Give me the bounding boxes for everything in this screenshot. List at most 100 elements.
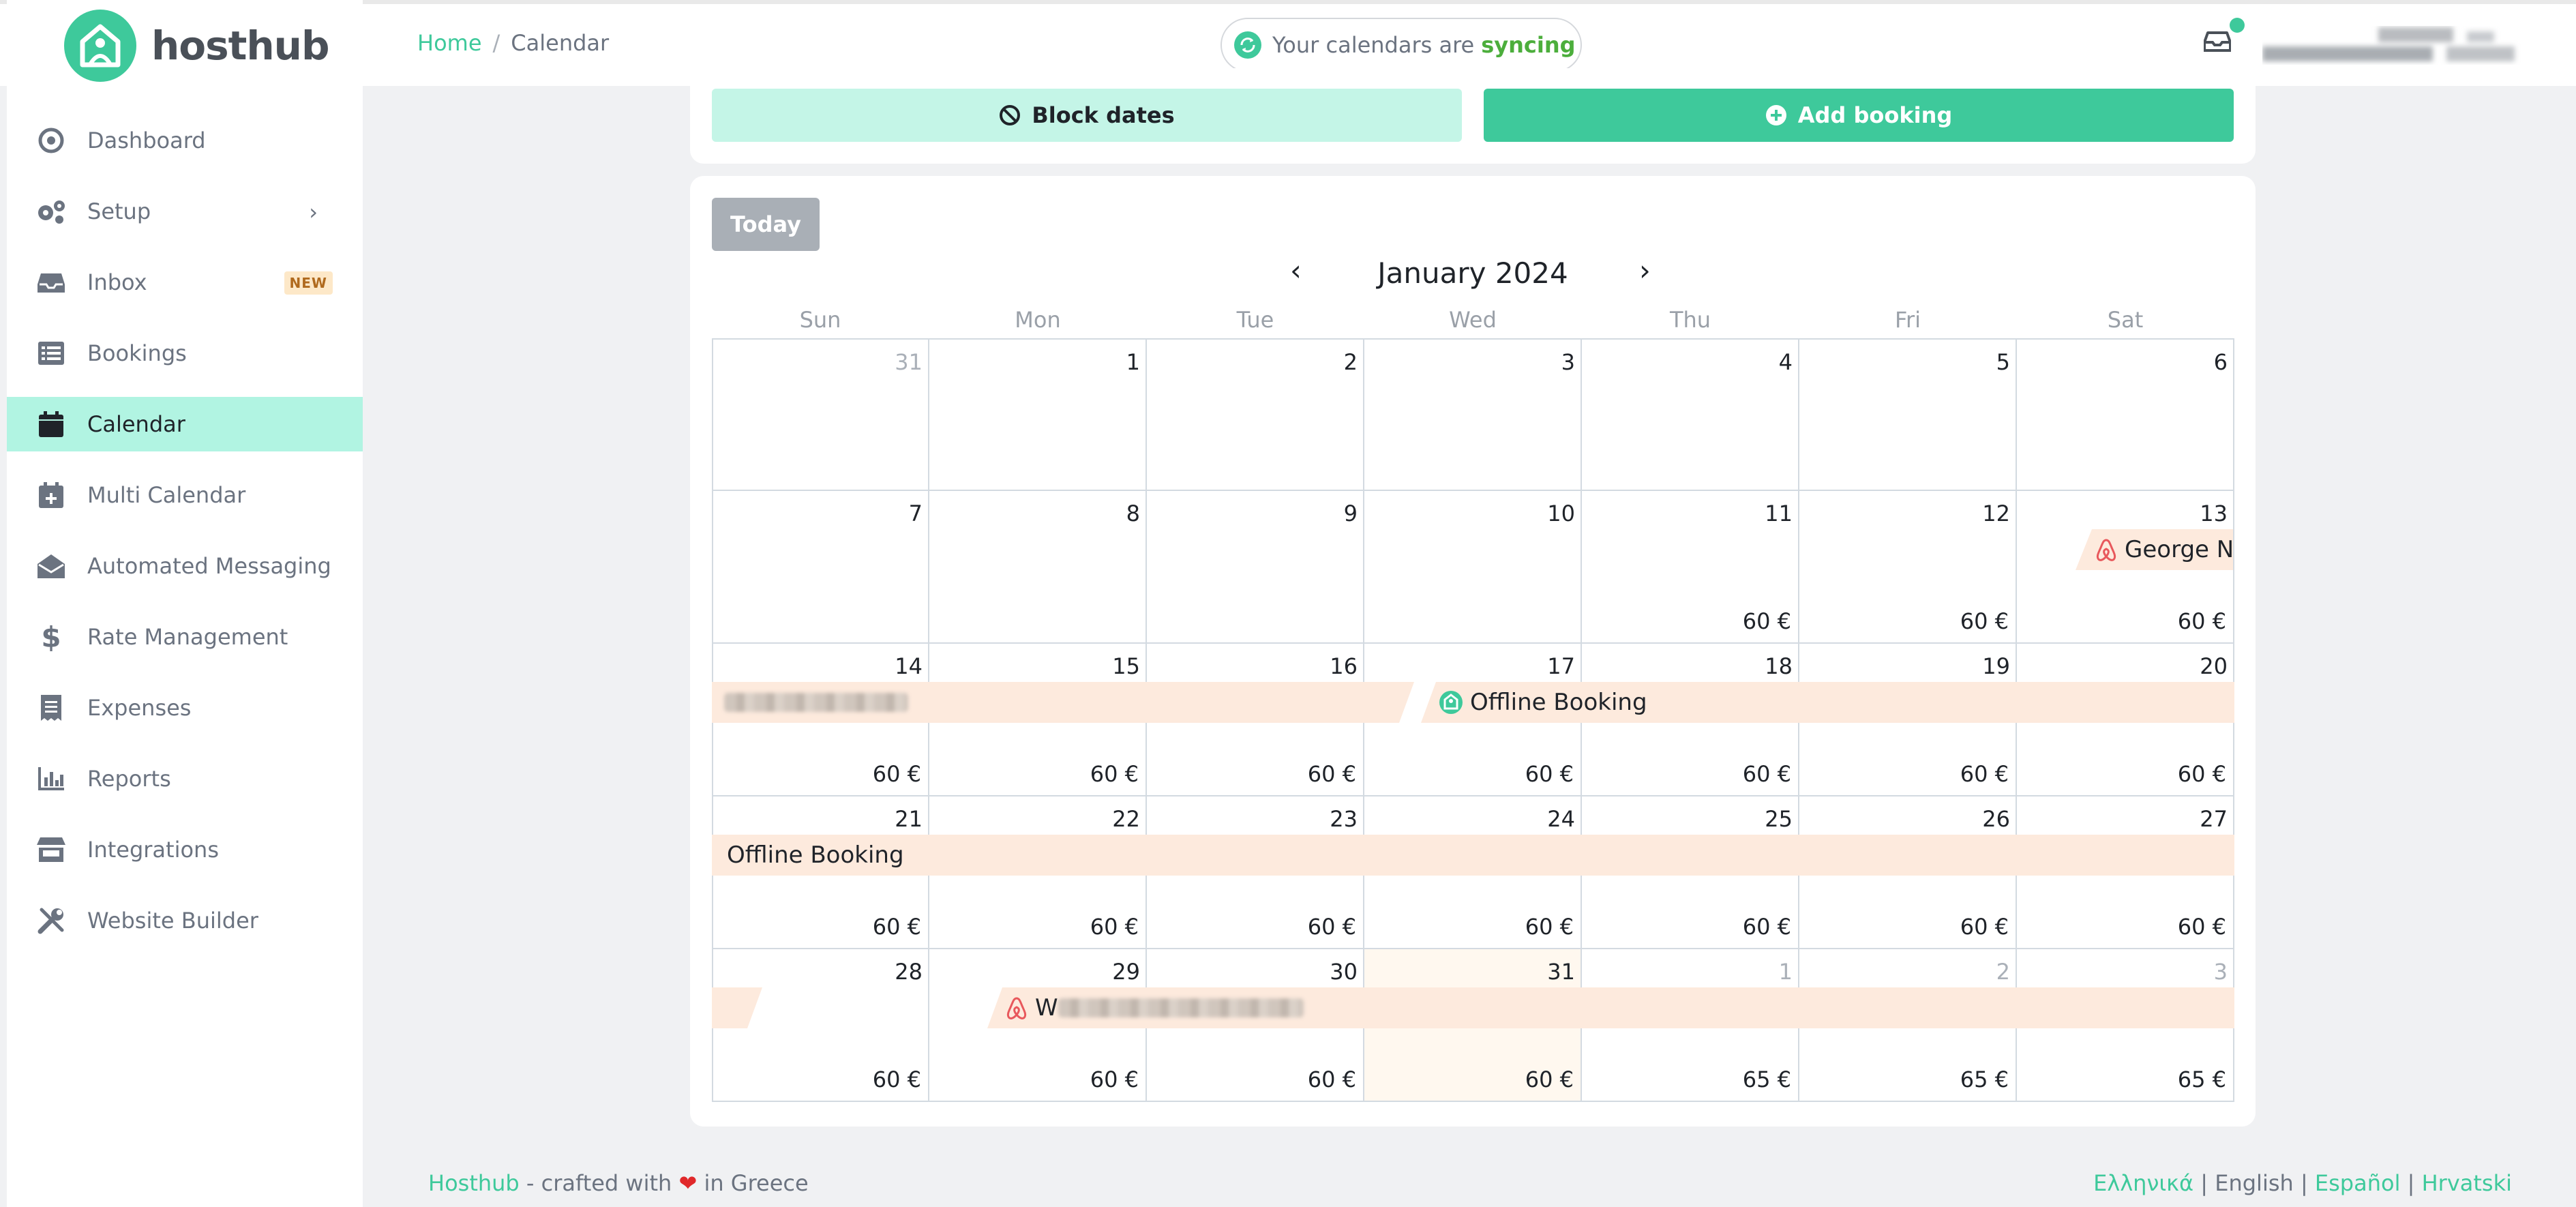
sidebar-item-calendar[interactable]: Calendar [7,397,363,451]
calendar-day-cell[interactable]: 5 [1799,338,2017,491]
heart-icon: ❤ [678,1170,698,1196]
sync-status-pill[interactable]: Your calendars are syncing [1220,18,1582,72]
sidebar-item-rate-management[interactable]: $ Rate Management [7,610,363,664]
day-number: 9 [1343,501,1358,526]
brand-logo[interactable]: hosthub [64,10,329,82]
day-price: 60 € [1525,1067,1574,1092]
lang-croatian-link[interactable]: Hrvatski [2422,1170,2512,1196]
lang-english[interactable]: English [2215,1170,2294,1196]
day-price: 60 € [2177,608,2226,634]
sidebar-item-automated-messaging[interactable]: Automated Messaging [7,539,363,593]
calendar-day-cell[interactable]: 4 [1582,338,1799,491]
day-number: 14 [895,653,923,679]
add-booking-button[interactable]: Add booking [1484,89,2234,142]
day-price: 60 € [2177,914,2226,940]
sidebar-item-label: Automated Messaging [87,553,331,579]
booking-offline-1[interactable]: Offline Booking [1421,682,2234,723]
day-price: 60 € [872,1067,921,1092]
sidebar-item-inbox[interactable]: Inbox NEW [7,255,363,310]
day-number: 19 [1982,653,2010,679]
next-month-button[interactable]: › [1639,254,1651,287]
calendar-day-cell[interactable]: 12 60 € [1799,491,2017,644]
sidebar-item-dashboard[interactable]: Dashboard [7,113,363,168]
day-price: 60 € [1090,914,1139,940]
weekday-label: Wed [1449,307,1497,333]
booking-label: Offline Booking [1470,689,1647,716]
sync-icon [1234,31,1261,59]
footer: Hosthub - crafted with ❤ in Greece Ελλην… [363,1159,2576,1207]
day-price: 60 € [1307,1067,1356,1092]
day-price: 60 € [1307,914,1356,940]
booking-george[interactable]: George Ne [2076,529,2233,570]
lang-spanish-link[interactable]: Español [2315,1170,2401,1196]
calendar-day-cell[interactable]: 9 [1147,491,1364,644]
sidebar-item-integrations[interactable]: Integrations [7,822,363,877]
day-number: 6 [2213,349,2228,375]
footer-brand-link[interactable]: Hosthub [428,1170,520,1196]
month-title: January 2024 [1377,256,1568,290]
sidebar-item-reports[interactable]: Reports [7,751,363,806]
lang-greek-link[interactable]: Ελληνικά [2093,1170,2193,1196]
sidebar-item-label: Reports [87,766,171,792]
calendar-day-cell[interactable]: 8 [929,491,1147,644]
lang-separator: | [2193,1170,2215,1196]
calendar-grid: 31 1 2 3 4 5 6 7 8 9 10 11 60 €12 60 €13 60 €14 60 €15 6… [712,338,2234,1102]
booking-offline-2[interactable]: Offline Booking [712,835,2234,876]
calendar-day-cell[interactable]: 11 60 € [1582,491,1799,644]
inbox-icon[interactable] [2203,31,2232,55]
notification-dot [2230,18,2245,33]
calendar-day-cell[interactable]: 1 [929,338,1147,491]
sidebar-item-bookings[interactable]: Bookings [7,326,363,381]
day-number: 29 [1112,959,1140,985]
weekday-label: Fri [1894,307,1921,333]
booking-label: George Ne [2125,536,2233,563]
airbnb-icon [1005,996,1028,1020]
footer-country-text: in Greece [697,1170,809,1196]
day-number: 17 [1547,653,1575,679]
day-number: 1 [1778,959,1793,985]
booking-george-continued[interactable] [712,682,1414,723]
booking-w[interactable]: W [987,987,2234,1028]
calendar-day-cell[interactable]: 31 [712,338,929,491]
day-price: 60 € [1742,914,1791,940]
brand-name: hosthub [151,23,329,69]
day-number: 13 [2200,501,2228,526]
block-dates-label: Block dates [1032,102,1175,128]
sidebar-item-label: Integrations [87,837,219,863]
left-edge [0,0,7,1207]
user-menu[interactable] [2262,26,2521,67]
sidebar-item-label: Rate Management [87,624,288,650]
day-number: 23 [1330,806,1358,832]
day-number: 21 [895,806,923,832]
calendar-day-cell[interactable]: 6 [2017,338,2234,491]
sidebar-item-label: Inbox [87,269,147,295]
calendar-day-cell[interactable]: 3 [1364,338,1582,491]
calendar-day-cell[interactable]: 7 [712,491,929,644]
blurred-guest-name [1058,998,1304,1017]
sidebar-item-website-builder[interactable]: Website Builder [7,893,363,948]
sidebar-item-label: Calendar [87,411,185,437]
calendar-day-cell[interactable]: 2 [1147,338,1364,491]
day-price: 60 € [1525,914,1574,940]
day-number: 22 [1112,806,1140,832]
day-number: 16 [1330,653,1358,679]
sidebar-item-label: Expenses [87,695,192,721]
sidebar-item-label: Dashboard [87,128,206,153]
day-price: 60 € [1525,761,1574,787]
ban-icon [999,104,1021,126]
day-number: 28 [895,959,923,985]
calendar-plus-icon [35,479,67,511]
today-button[interactable]: Today [712,198,820,251]
day-price: 60 € [872,914,921,940]
breadcrumb-home-link[interactable]: Home [417,30,482,56]
day-price: 60 € [1090,1067,1139,1092]
sidebar-item-setup[interactable]: Setup › [7,184,363,239]
block-dates-button[interactable]: Block dates [712,89,1462,142]
calendar-day-cell[interactable]: 10 [1364,491,1582,644]
receipt-icon [35,692,67,724]
day-price: 60 € [2177,761,2226,787]
sidebar-item-multi-calendar[interactable]: Multi Calendar [7,468,363,522]
sidebar-item-expenses[interactable]: Expenses [7,681,363,735]
day-number: 25 [1765,806,1793,832]
weekday-label: Thu [1669,307,1711,333]
